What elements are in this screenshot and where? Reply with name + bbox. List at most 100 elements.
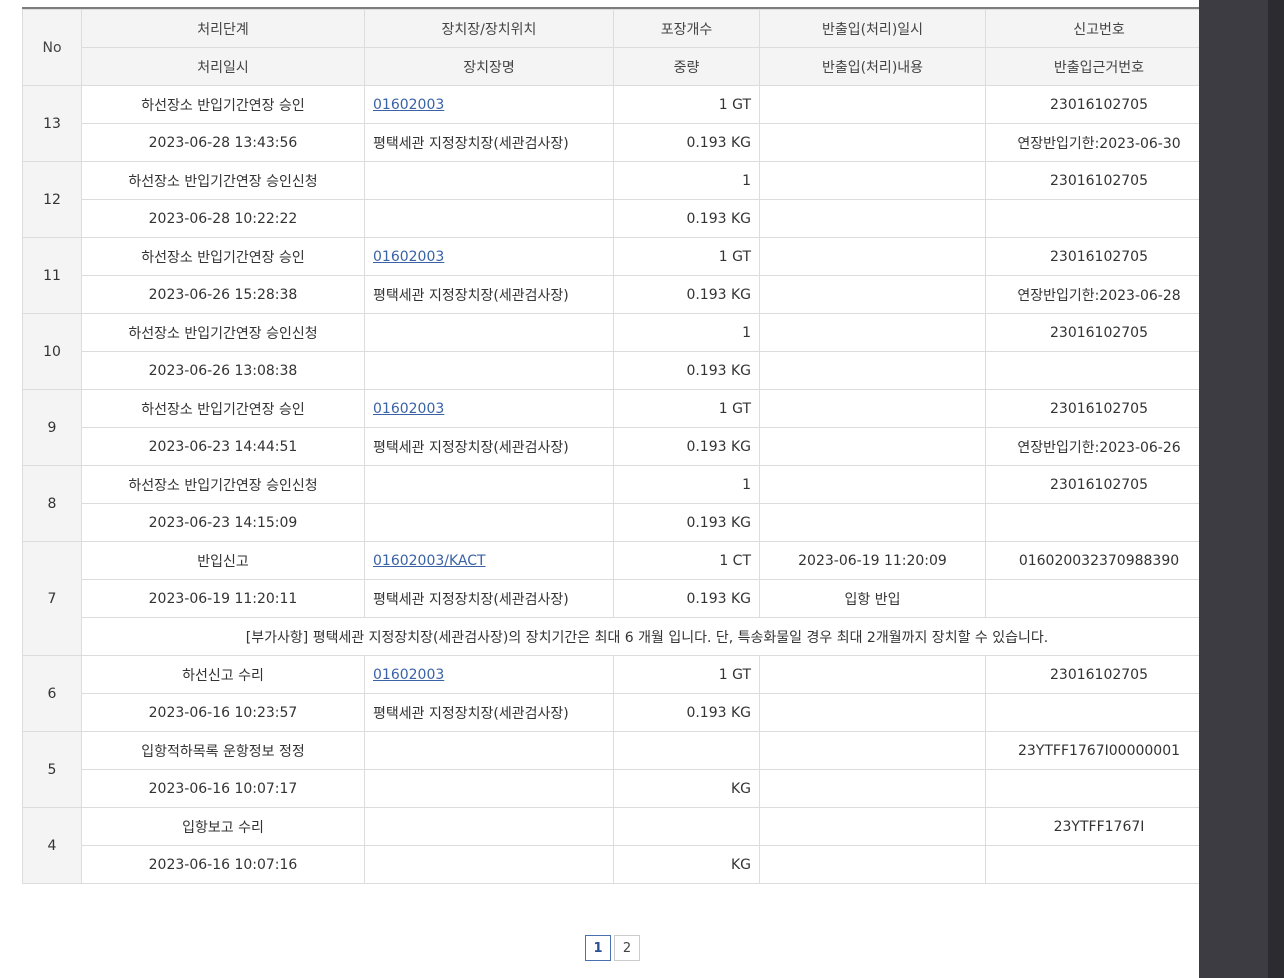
header-count: 포장개수 <box>613 9 760 48</box>
report-no-cell: 23YTFF1767I <box>985 807 1199 846</box>
location-cell <box>364 807 614 846</box>
count-cell <box>613 807 760 846</box>
table-row: 10 하선장소 반입기간연장 승인신청 1 23016102705 <box>22 313 1199 390</box>
row-number: 8 <box>22 465 82 542</box>
table-row: 7 반입신고 01602003/KACT 1 CT 2023-06-19 11:20:0… <box>22 541 1199 656</box>
datetime-cell: 2023-06-16 10:07:17 <box>81 769 365 808</box>
weight-cell: 0.193 KG <box>613 579 760 618</box>
cargo-history-table-wrap: No 처리단계 장치장/장치위치 포장개수 반출입(처리)일시 신고번호 처리일… <box>22 7 1199 884</box>
basis-no-cell: 연장반입기한:2023-06-26 <box>985 427 1199 466</box>
io-datetime-cell: 2023-06-19 11:20:09 <box>759 541 986 580</box>
location-cell <box>364 465 614 504</box>
table-row: 11 하선장소 반입기간연장 승인 01602003 1 GT 23016102705 <box>22 237 1199 314</box>
io-content-cell <box>759 123 986 162</box>
io-datetime-cell <box>759 731 986 770</box>
basis-no-cell <box>985 503 1199 542</box>
row-number: 7 <box>22 541 82 656</box>
io-content-cell <box>759 351 986 390</box>
count-cell: 1 GT <box>613 85 760 124</box>
count-cell: 1 <box>613 465 760 504</box>
main-content: No 처리단계 장치장/장치위치 포장개수 반출입(처리)일시 신고번호 처리일… <box>0 0 1199 978</box>
io-datetime-cell <box>759 161 986 200</box>
count-cell: 1 GT <box>613 237 760 276</box>
location-cell: 01602003 <box>364 655 614 694</box>
location-link[interactable]: 01602003 <box>373 667 444 683</box>
location-link[interactable]: 01602003 <box>373 97 444 113</box>
stage-cell: 하선장소 반입기간연장 승인신청 <box>81 465 365 504</box>
note-cell: [부가사항] 평택세관 지정장치장(세관검사장)의 장치기간은 최대 6 개월 … <box>81 617 1199 656</box>
report-no-cell: 23016102705 <box>985 465 1199 504</box>
table-row: 13 하선장소 반입기간연장 승인 01602003 1 GT 23016102705 <box>22 85 1199 162</box>
datetime-cell: 2023-06-23 14:44:51 <box>81 427 365 466</box>
count-cell: 1 <box>613 161 760 200</box>
stage-cell: 하선장소 반입기간연장 승인 <box>81 237 365 276</box>
table-header: No 처리단계 장치장/장치위치 포장개수 반출입(처리)일시 신고번호 처리일… <box>22 9 1199 86</box>
basis-no-cell <box>985 769 1199 808</box>
report-no-cell: 23016102705 <box>985 85 1199 124</box>
datetime-cell: 2023-06-26 13:08:38 <box>81 351 365 390</box>
location-link[interactable]: 01602003 <box>373 249 444 265</box>
row-number: 13 <box>22 85 82 162</box>
datetime-cell: 2023-06-19 11:20:11 <box>81 579 365 618</box>
header-location: 장치장/장치위치 <box>364 9 614 48</box>
table-row: 2023-06-23 14:15:09 0.193 KG <box>23 503 1199 542</box>
weight-cell: KG <box>613 845 760 884</box>
pagination: 12 <box>585 935 640 961</box>
datetime-cell: 2023-06-16 10:23:57 <box>81 693 365 732</box>
io-content-cell <box>759 693 986 732</box>
cargo-history-table: No 처리단계 장치장/장치위치 포장개수 반출입(처리)일시 신고번호 처리일… <box>22 9 1199 884</box>
count-cell <box>613 731 760 770</box>
warehouse-name-cell <box>364 199 614 238</box>
side-panel-edge <box>1268 0 1284 978</box>
report-no-cell: 23YTFF1767I00000001 <box>985 731 1199 770</box>
io-datetime-cell <box>759 655 986 694</box>
location-cell: 01602003 <box>364 237 614 276</box>
datetime-cell: 2023-06-28 13:43:56 <box>81 123 365 162</box>
table-row: 12 하선장소 반입기간연장 승인신청 1 23016102705 <box>22 161 1199 238</box>
table-row: 5 입항적하목록 운항정보 정정 23YTFF1767I00000001 <box>22 731 1199 808</box>
table-row: 2023-06-19 11:20:11 평택세관 지정장치장(세관검사장) 0.19… <box>23 579 1199 618</box>
weight-cell: KG <box>613 769 760 808</box>
page-button-1[interactable]: 1 <box>585 935 611 961</box>
table-row: 2023-06-26 13:08:38 0.193 KG <box>23 351 1199 390</box>
row-number: 6 <box>22 655 82 732</box>
table-row: 2023-06-16 10:23:57 평택세관 지정장치장(세관검사장) 0.19… <box>23 693 1199 732</box>
stage-cell: 하선장소 반입기간연장 승인 <box>81 85 365 124</box>
location-link[interactable]: 01602003/KACT <box>373 553 486 569</box>
stage-cell: 입항적하목록 운항정보 정정 <box>81 731 365 770</box>
row-number: 11 <box>22 237 82 314</box>
table-row: 8 하선장소 반입기간연장 승인신청 1 23016102705 <box>22 465 1199 542</box>
weight-cell: 0.193 KG <box>613 427 760 466</box>
page-button-2[interactable]: 2 <box>614 935 640 961</box>
location-cell <box>364 313 614 352</box>
report-no-cell: 23016102705 <box>985 237 1199 276</box>
io-datetime-cell <box>759 807 986 846</box>
datetime-cell: 2023-06-16 10:07:16 <box>81 845 365 884</box>
warehouse-name-cell: 평택세관 지정장치장(세관검사장) <box>364 427 614 466</box>
basis-no-cell <box>985 579 1199 618</box>
warehouse-name-cell <box>364 503 614 542</box>
io-datetime-cell <box>759 85 986 124</box>
weight-cell: 0.193 KG <box>613 693 760 732</box>
warehouse-name-cell <box>364 769 614 808</box>
header-report-no: 신고번호 <box>985 9 1199 48</box>
io-datetime-cell <box>759 313 986 352</box>
stage-cell: 하선장소 반입기간연장 승인신청 <box>81 313 365 352</box>
table-body: 13 하선장소 반입기간연장 승인 01602003 1 GT 23016102705 2… <box>22 85 1199 884</box>
stage-cell: 하선장소 반입기간연장 승인 <box>81 389 365 428</box>
basis-no-cell <box>985 845 1199 884</box>
warehouse-name-cell: 평택세관 지정장치장(세관검사장) <box>364 579 614 618</box>
basis-no-cell <box>985 693 1199 732</box>
basis-no-cell <box>985 351 1199 390</box>
weight-cell: 0.193 KG <box>613 123 760 162</box>
location-link[interactable]: 01602003 <box>373 401 444 417</box>
row-number: 4 <box>22 807 82 884</box>
io-content-cell <box>759 503 986 542</box>
location-cell <box>364 161 614 200</box>
row-number: 5 <box>22 731 82 808</box>
row-number: 9 <box>22 389 82 466</box>
header-datetime: 처리일시 <box>81 47 365 86</box>
report-no-cell: 23016102705 <box>985 389 1199 428</box>
datetime-cell: 2023-06-28 10:22:22 <box>81 199 365 238</box>
weight-cell: 0.193 KG <box>613 503 760 542</box>
